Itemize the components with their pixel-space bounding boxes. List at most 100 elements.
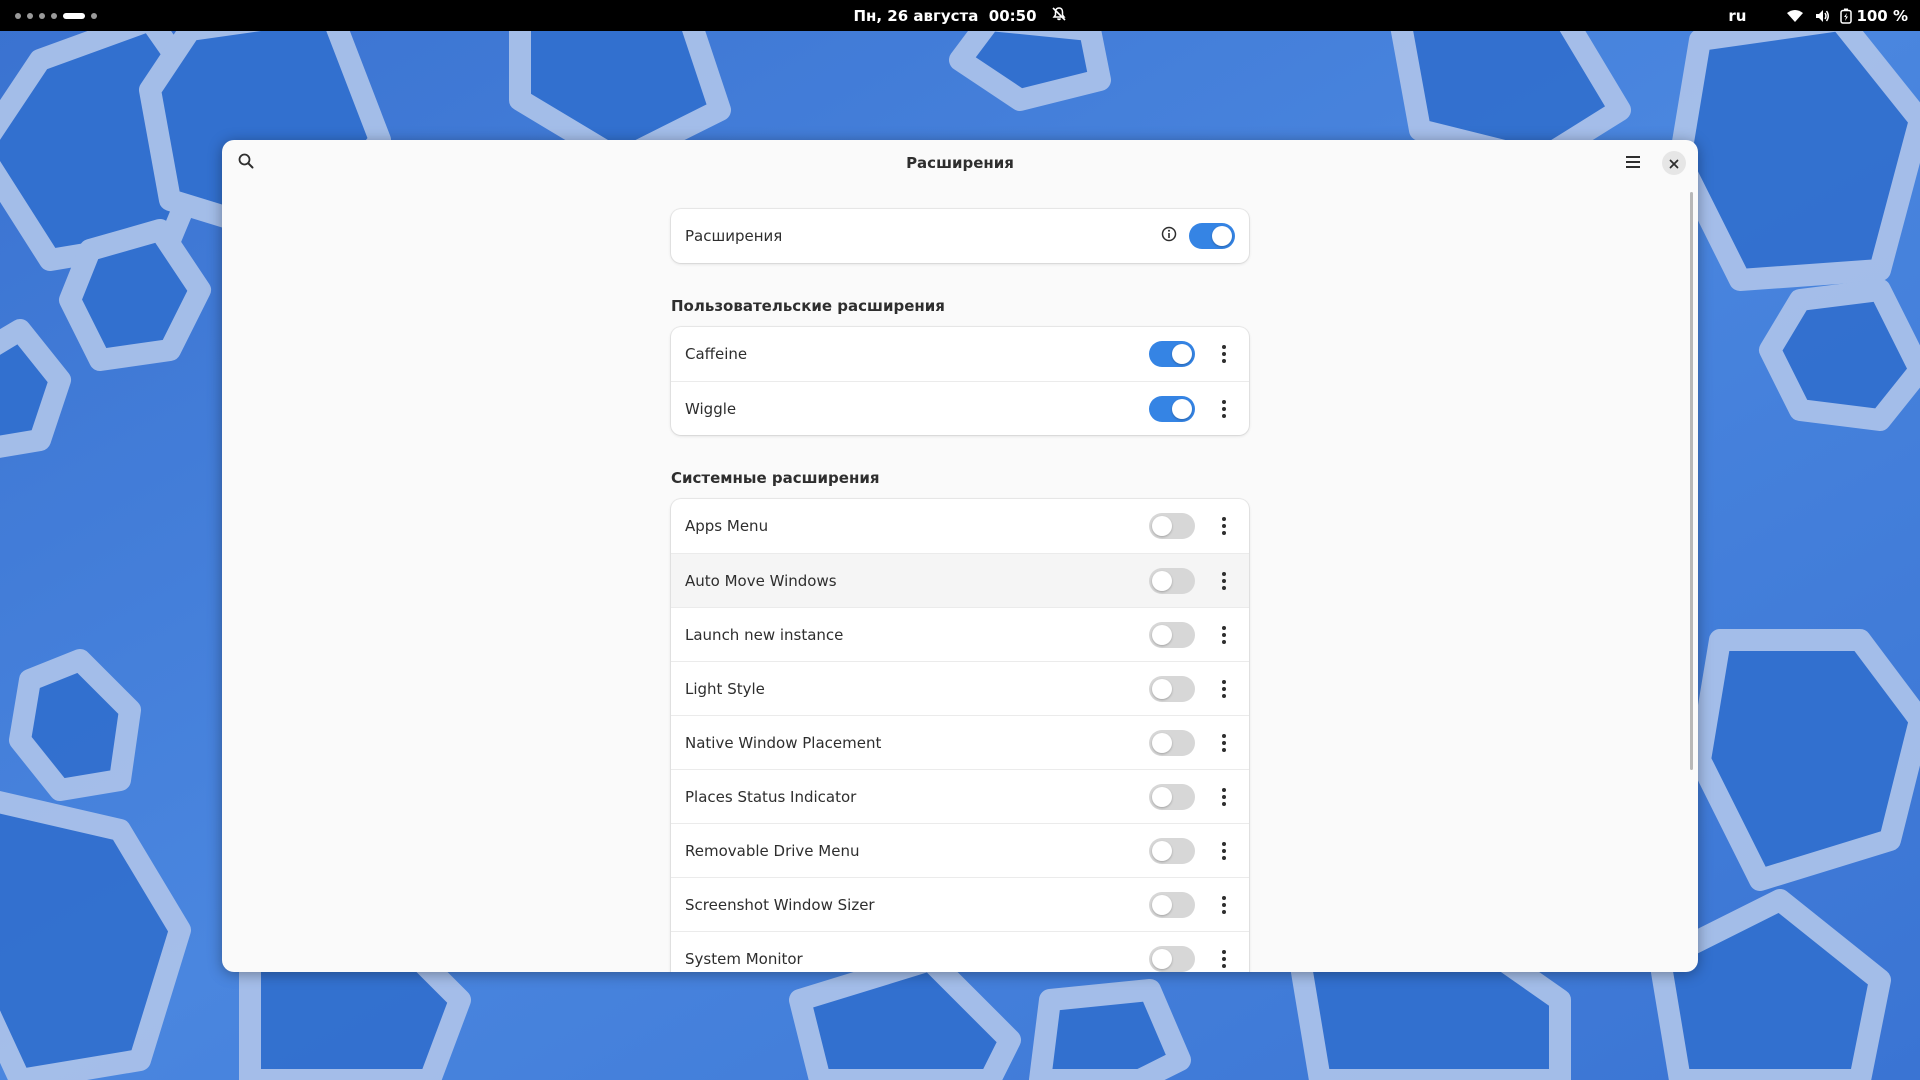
extension-row[interactable]: Removable Drive Menu: [671, 823, 1249, 877]
extension-toggle-switch[interactable]: [1149, 783, 1195, 810]
user-extensions-heading: Пользовательские расширения: [671, 297, 945, 315]
workspace-dot[interactable]: [51, 13, 57, 19]
extension-name: Places Status Indicator: [685, 787, 857, 806]
menu-dot: [1222, 639, 1226, 644]
switch-knob: [1152, 948, 1172, 969]
menu-dot: [1222, 733, 1226, 738]
extension-name: Native Window Placement: [685, 733, 882, 752]
keyboard-layout-indicator[interactable]: ru: [1728, 7, 1746, 25]
menu-dot: [1222, 413, 1226, 418]
extension-row[interactable]: Wiggle: [671, 381, 1249, 435]
workspace-dot[interactable]: [27, 13, 33, 19]
extension-name: Caffeine: [685, 345, 748, 363]
search-button[interactable]: [231, 148, 261, 178]
switch-knob: [1152, 570, 1172, 591]
extension-toggle-switch[interactable]: [1149, 729, 1195, 756]
close-icon: [1669, 154, 1679, 173]
battery-indicator: 100 %: [1840, 7, 1908, 25]
volume-icon: [1814, 8, 1830, 24]
main-menu-button[interactable]: [1618, 148, 1648, 178]
more-vertical-icon[interactable]: [1219, 342, 1229, 366]
more-vertical-icon[interactable]: [1219, 677, 1229, 701]
switch-knob: [1152, 624, 1172, 645]
close-button[interactable]: [1662, 151, 1686, 175]
menu-dot: [1222, 359, 1226, 363]
switch-knob: [1172, 344, 1192, 364]
switch-knob: [1152, 840, 1172, 861]
extension-name: Auto Move Windows: [685, 571, 837, 590]
menu-dot: [1222, 855, 1226, 860]
menu-dot: [1222, 909, 1226, 914]
extension-row[interactable]: Native Window Placement: [671, 715, 1249, 769]
menu-dot: [1222, 531, 1226, 535]
clock-button[interactable]: Пн, 26 августа 00:50: [853, 6, 1066, 26]
extension-row[interactable]: Launch new instance: [671, 607, 1249, 661]
menu-dot: [1222, 787, 1226, 792]
workspace-dot[interactable]: [39, 13, 45, 19]
system-tray[interactable]: ru 100 %: [1728, 0, 1908, 31]
extension-row[interactable]: Caffeine: [671, 327, 1249, 381]
extension-row[interactable]: Apps Menu: [671, 499, 1249, 553]
extension-row[interactable]: System Monitor: [671, 931, 1249, 972]
menu-dot: [1222, 352, 1226, 356]
header-bar: Расширения: [222, 140, 1698, 186]
menu-dot: [1222, 345, 1226, 349]
main-toggle-card: Расширения: [671, 209, 1249, 263]
extension-toggle-switch[interactable]: [1149, 891, 1195, 918]
scrollbar[interactable]: [1690, 192, 1693, 770]
more-vertical-icon[interactable]: [1219, 947, 1229, 971]
battery-icon: [1840, 8, 1853, 24]
menu-dot: [1222, 578, 1226, 583]
extension-toggle-switch[interactable]: [1149, 341, 1195, 367]
extension-toggle-switch[interactable]: [1149, 621, 1195, 648]
notifications-off-icon: [1051, 6, 1067, 26]
extension-row[interactable]: Screenshot Window Sizer: [671, 877, 1249, 931]
switch-knob: [1212, 226, 1232, 246]
wifi-icon: [1786, 8, 1804, 24]
menu-dot: [1222, 625, 1226, 630]
extension-row[interactable]: Auto Move Windows: [671, 553, 1249, 607]
extension-toggle-switch[interactable]: [1149, 675, 1195, 702]
info-icon[interactable]: [1161, 226, 1177, 246]
extensions-master-switch[interactable]: [1189, 223, 1235, 249]
workspace-indicator[interactable]: [15, 13, 97, 19]
extension-name: System Monitor: [685, 949, 803, 968]
battery-percentage: 100 %: [1856, 6, 1908, 25]
extension-toggle-switch[interactable]: [1149, 513, 1195, 539]
more-vertical-icon[interactable]: [1219, 839, 1229, 863]
menu-dot: [1222, 585, 1226, 590]
extension-toggle-switch[interactable]: [1149, 567, 1195, 594]
more-vertical-icon[interactable]: [1219, 569, 1229, 593]
clock-text: Пн, 26 августа 00:50: [853, 6, 1037, 25]
menu-dot: [1222, 740, 1226, 745]
more-vertical-icon[interactable]: [1219, 514, 1229, 538]
workspace-dot-active[interactable]: [63, 13, 85, 19]
workspace-dot[interactable]: [15, 13, 21, 19]
extension-toggle-switch[interactable]: [1149, 945, 1195, 972]
extensions-master-row[interactable]: Расширения: [671, 209, 1249, 263]
search-icon: [238, 153, 254, 173]
more-vertical-icon[interactable]: [1219, 785, 1229, 809]
more-vertical-icon[interactable]: [1219, 731, 1229, 755]
extension-name: Light Style: [685, 679, 765, 698]
menu-dot: [1222, 524, 1226, 528]
more-vertical-icon[interactable]: [1219, 397, 1229, 421]
top-bar: Пн, 26 августа 00:50 ru 100 %: [0, 0, 1920, 31]
extension-name: Removable Drive Menu: [685, 841, 860, 860]
extensions-list: Расширения Пользовательские расширения C…: [671, 209, 1249, 972]
extension-name: Launch new instance: [685, 625, 844, 644]
user-extensions-card: Caffeine Wiggle: [671, 327, 1249, 435]
menu-dot: [1222, 801, 1226, 806]
extension-toggle-switch[interactable]: [1149, 837, 1195, 864]
workspace-dot[interactable]: [91, 13, 97, 19]
hamburger-menu-icon: [1625, 154, 1641, 173]
more-vertical-icon[interactable]: [1219, 893, 1229, 917]
extensions-master-label: Расширения: [685, 227, 783, 245]
extension-name: Apps Menu: [685, 517, 769, 535]
extension-toggle-switch[interactable]: [1149, 395, 1195, 422]
extension-row[interactable]: Light Style: [671, 661, 1249, 715]
switch-knob: [1152, 786, 1172, 807]
extension-row[interactable]: Places Status Indicator: [671, 769, 1249, 823]
more-vertical-icon[interactable]: [1219, 623, 1229, 647]
extensions-window: Расширения Расширения Пользовательские р…: [222, 140, 1698, 972]
